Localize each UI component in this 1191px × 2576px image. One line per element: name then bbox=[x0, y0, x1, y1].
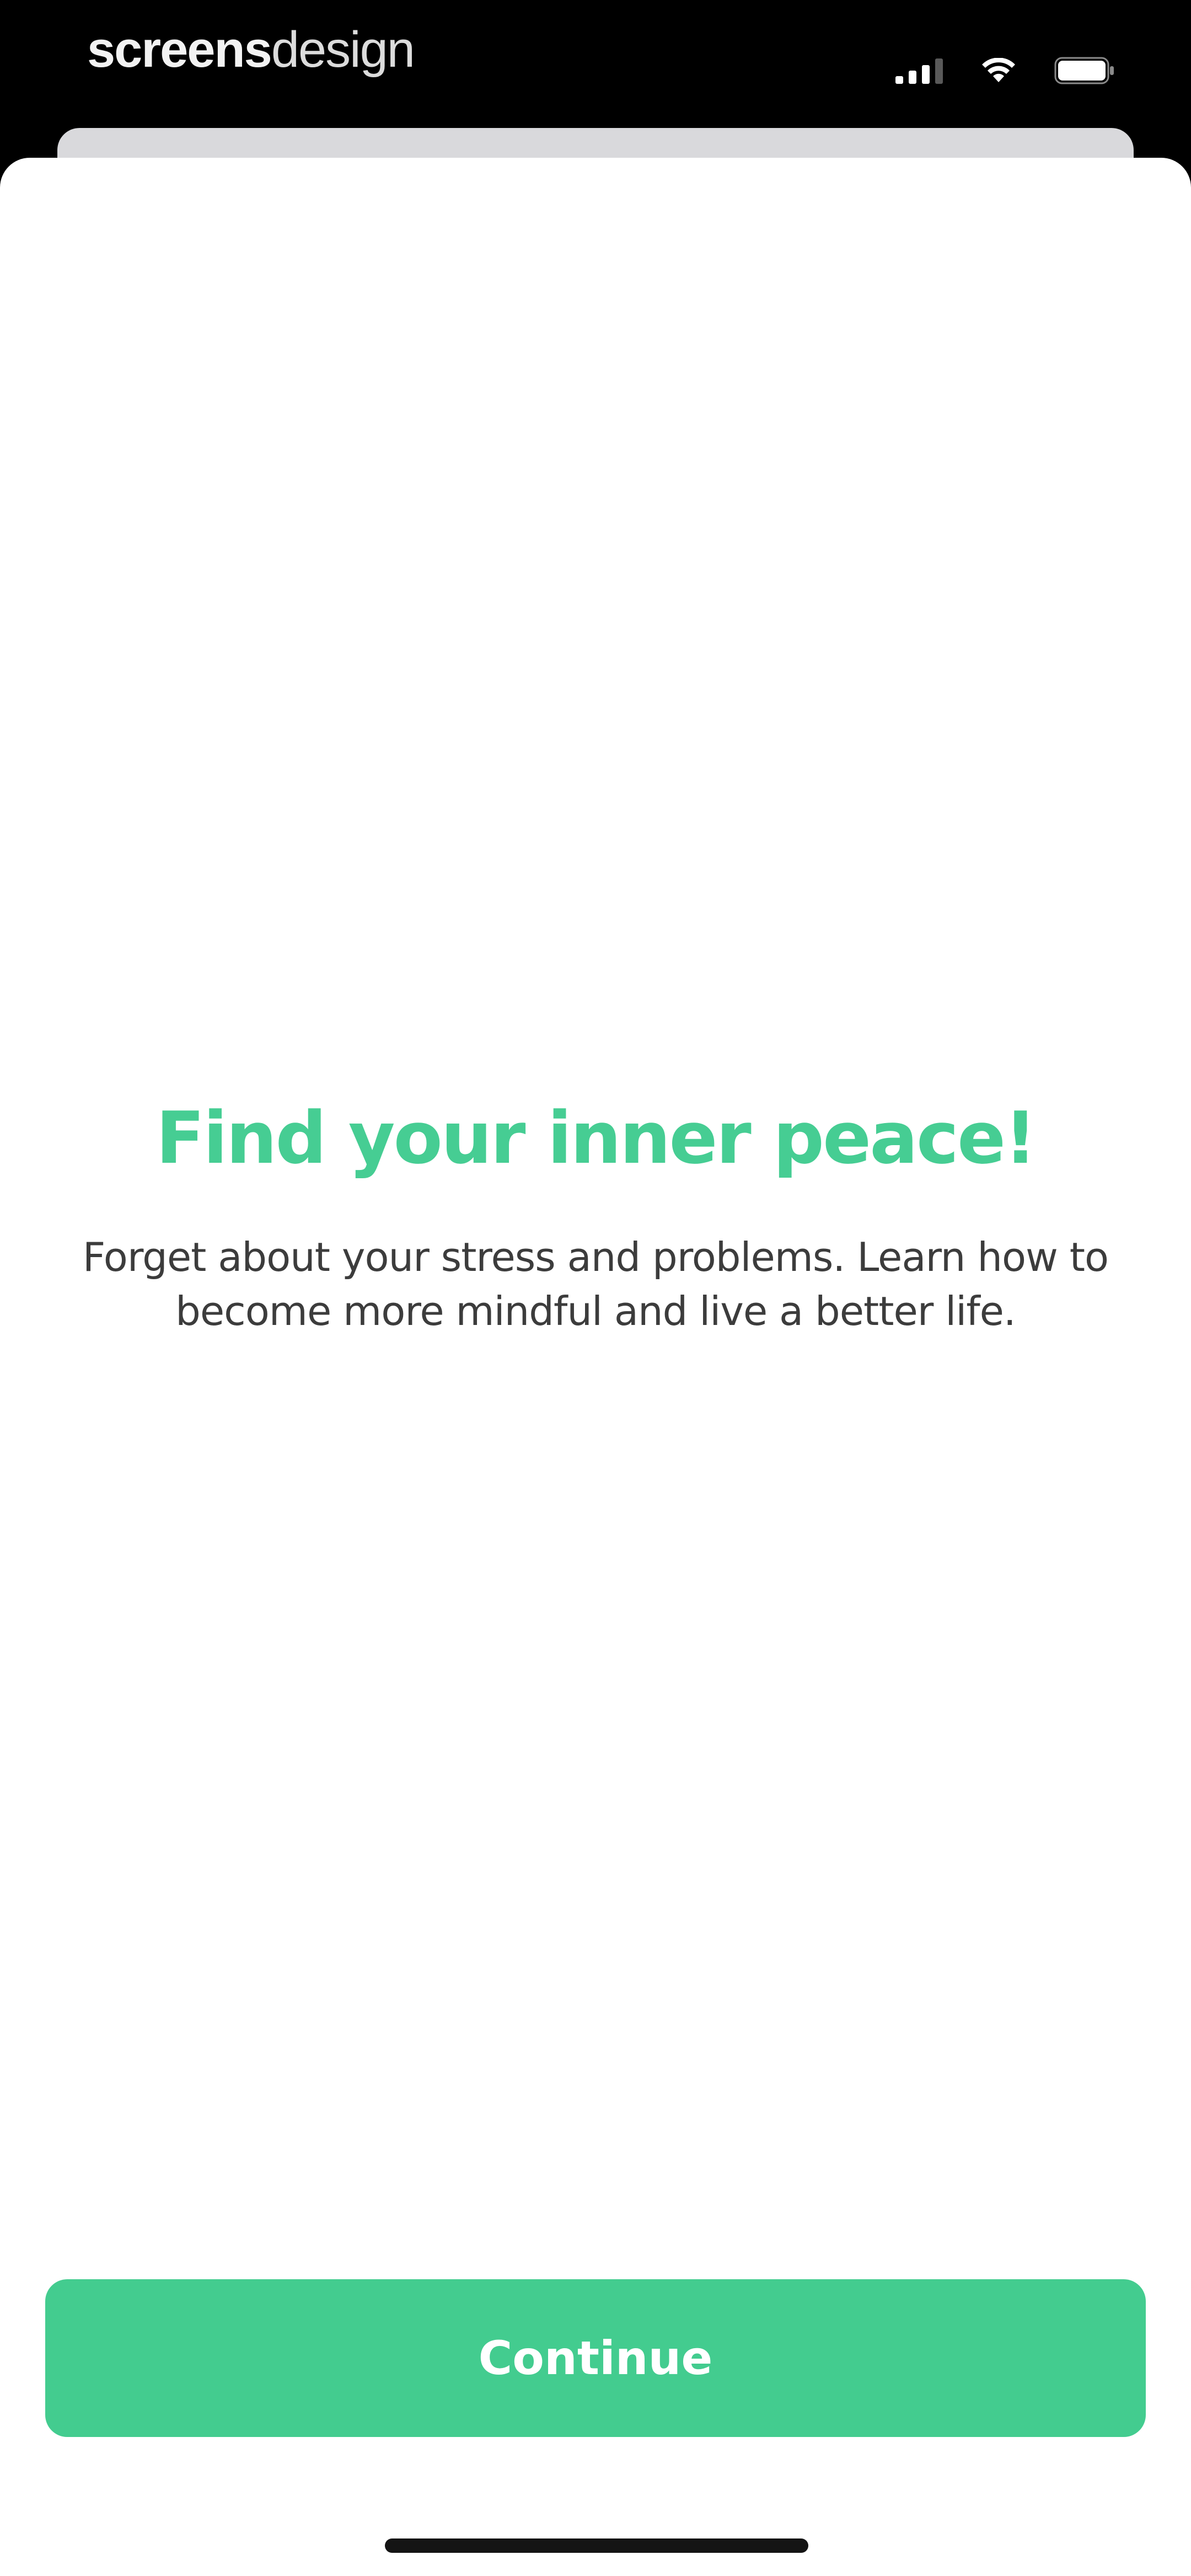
onboarding-headline: Find your inner peace! bbox=[155, 1096, 1037, 1180]
onboarding-sheet bbox=[0, 158, 1191, 2576]
watermark-logo: screensdesign bbox=[87, 21, 415, 79]
onboarding-description: Forget about your stress and problems. L… bbox=[82, 1234, 1109, 1334]
home-indicator[interactable] bbox=[385, 2538, 808, 2553]
battery-icon bbox=[1054, 57, 1115, 84]
watermark-light-text: design bbox=[271, 22, 415, 78]
wifi-icon bbox=[981, 58, 1016, 83]
signal-icon bbox=[895, 57, 943, 84]
continue-button[interactable]: Continue bbox=[45, 2279, 1146, 2437]
status-icons bbox=[895, 54, 1115, 87]
status-bar: screensdesign bbox=[0, 0, 1191, 138]
watermark-bold-text: screens bbox=[87, 22, 272, 78]
